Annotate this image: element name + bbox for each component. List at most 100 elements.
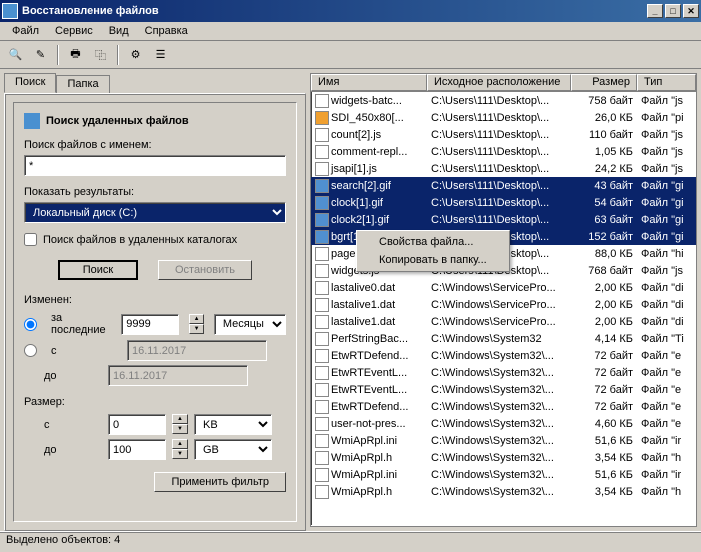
table-row[interactable]: count[2].jsC:\Users\111\Desktop\...110 б… [311, 126, 696, 143]
file-icon [315, 196, 329, 210]
toolbar-settings-icon[interactable]: ⚙ [124, 44, 147, 66]
tab-folder[interactable]: Папка [56, 75, 109, 93]
maximize-button[interactable]: □ [665, 4, 681, 18]
table-row[interactable]: WmiApRpl.hC:\Windows\System32\...3,54 КБ… [311, 449, 696, 466]
toolbar-options-icon[interactable]: ☰ [149, 44, 172, 66]
table-row[interactable]: WmiApRpl.iniC:\Windows\System32\...51,6 … [311, 466, 696, 483]
table-row[interactable]: clock[1].gifC:\Users\111\Desktop\...54 б… [311, 194, 696, 211]
filename-input[interactable] [24, 155, 286, 176]
menubar: Файл Сервис Вид Справка [0, 22, 701, 41]
spin-down[interactable]: ▼ [172, 449, 188, 459]
toolbar-edit-icon[interactable]: ✎ [29, 44, 52, 66]
spin-down[interactable]: ▼ [189, 324, 204, 334]
file-icon [315, 383, 329, 397]
date-to-input[interactable] [108, 365, 248, 386]
table-row[interactable]: EtwRTEventL...C:\Windows\System32\...72 … [311, 364, 696, 381]
file-icon [315, 400, 329, 414]
col-type[interactable]: Тип [637, 74, 696, 91]
table-row[interactable]: widgets-batc...C:\Users\111\Desktop\...7… [311, 92, 696, 109]
statusbar: Выделено объектов: 4 [0, 531, 701, 551]
col-path[interactable]: Исходное расположение [427, 74, 571, 91]
table-row[interactable]: lastalive1.datC:\Windows\ServicePro...2,… [311, 313, 696, 330]
minimize-button[interactable]: _ [647, 4, 663, 18]
file-icon [315, 213, 329, 227]
drive-select[interactable]: Локальный диск (C:) [24, 202, 286, 223]
menu-service[interactable]: Сервис [47, 24, 101, 38]
file-icon [315, 162, 329, 176]
context-props[interactable]: Свойства файла... [359, 233, 507, 251]
last-unit-select[interactable]: Месяцы [214, 314, 286, 335]
table-row[interactable]: SDI_450x80[...C:\Users\111\Desktop\...26… [311, 109, 696, 126]
table-row[interactable]: user-not-pres...C:\Windows\System32\...4… [311, 415, 696, 432]
tab-search[interactable]: Поиск [4, 73, 56, 93]
results-label: Показать результаты: [24, 186, 286, 198]
context-copy[interactable]: Копировать в папку... [359, 251, 507, 269]
radio-last[interactable] [24, 318, 37, 331]
list-header: Имя Исходное расположение Размер Тип [311, 74, 696, 92]
date-from-input[interactable] [127, 340, 267, 361]
size-to-input[interactable] [108, 439, 166, 460]
stop-button[interactable]: Остановить [158, 260, 252, 280]
search-button[interactable]: Поиск [58, 260, 138, 280]
file-icon [315, 315, 329, 329]
toolbar: 🔍 ✎ 🖶 ⿻ ⚙ ☰ [0, 41, 701, 69]
file-icon [315, 264, 329, 278]
file-icon [315, 247, 329, 261]
list-body[interactable]: widgets-batc...C:\Users\111\Desktop\...7… [311, 92, 696, 526]
menu-help[interactable]: Справка [137, 24, 196, 38]
apply-filter-button[interactable]: Применить фильтр [154, 472, 286, 492]
size-to-unit[interactable]: GB [194, 439, 272, 460]
table-row[interactable]: comment-repl...C:\Users\111\Desktop\...1… [311, 143, 696, 160]
app-icon [2, 3, 18, 19]
table-row[interactable]: lastalive0.datC:\Windows\ServicePro...2,… [311, 279, 696, 296]
file-icon [315, 332, 329, 346]
table-row[interactable]: lastalive1.datC:\Windows\ServicePro...2,… [311, 296, 696, 313]
changed-label: Изменен: [24, 294, 286, 306]
deleted-catalogs-checkbox[interactable] [24, 233, 37, 246]
size-from-unit[interactable]: KB [194, 414, 272, 435]
titlebar[interactable]: Восстановление файлов _ □ ✕ [0, 0, 701, 22]
col-size[interactable]: Размер [571, 74, 637, 91]
file-icon [315, 128, 329, 142]
file-icon [315, 434, 329, 448]
file-icon [315, 451, 329, 465]
size-from-input[interactable] [108, 414, 166, 435]
table-row[interactable]: clock2[1].gifC:\Users\111\Desktop\...63 … [311, 211, 696, 228]
toolbar-print-icon[interactable]: 🖶 [64, 44, 87, 66]
spin-up[interactable]: ▲ [172, 414, 188, 424]
file-icon [315, 468, 329, 482]
spin-up[interactable]: ▲ [172, 439, 188, 449]
table-row[interactable]: EtwRTDefend...C:\Windows\System32\...72 … [311, 398, 696, 415]
file-icon [315, 366, 329, 380]
spin-up[interactable]: ▲ [189, 314, 204, 324]
toolbar-copy-icon[interactable]: ⿻ [89, 44, 112, 66]
toolbar-sep [57, 45, 59, 65]
window-title: Восстановление файлов [22, 5, 159, 17]
table-row[interactable]: PerfStringBac...C:\Windows\System324,14 … [311, 330, 696, 347]
file-icon [315, 230, 329, 244]
spin-down[interactable]: ▼ [172, 424, 188, 434]
table-row[interactable]: EtwRTDefend...C:\Windows\System32\...72 … [311, 347, 696, 364]
radio-from[interactable] [24, 344, 37, 357]
table-row[interactable]: EtwRTEventL...C:\Windows\System32\...72 … [311, 381, 696, 398]
file-icon [315, 485, 329, 499]
file-listview[interactable]: Имя Исходное расположение Размер Тип wid… [310, 73, 697, 527]
toolbar-search-icon[interactable]: 🔍 [4, 44, 27, 66]
last-value-input[interactable] [121, 314, 179, 335]
panel-title: Поиск удаленных файлов [46, 115, 189, 127]
radio-last-label: за последние [51, 312, 111, 336]
radio-from-label: с [51, 345, 117, 357]
file-icon [315, 145, 329, 159]
status-text: Выделено объектов: 4 [6, 534, 120, 546]
table-row[interactable]: WmiApRpl.iniC:\Windows\System32\...51,6 … [311, 432, 696, 449]
menu-view[interactable]: Вид [101, 24, 137, 38]
table-row[interactable]: jsapi[1].jsC:\Users\111\Desktop\...24,2 … [311, 160, 696, 177]
name-label: Поиск файлов с именем: [24, 139, 286, 151]
file-icon [315, 349, 329, 363]
table-row[interactable]: WmiApRpl.hC:\Windows\System32\...3,54 КБ… [311, 483, 696, 500]
close-button[interactable]: ✕ [683, 4, 699, 18]
menu-file[interactable]: Файл [4, 24, 47, 38]
table-row[interactable]: search[2].gifC:\Users\111\Desktop\...43 … [311, 177, 696, 194]
col-name[interactable]: Имя [311, 74, 427, 91]
size-to-label: до [24, 444, 102, 456]
